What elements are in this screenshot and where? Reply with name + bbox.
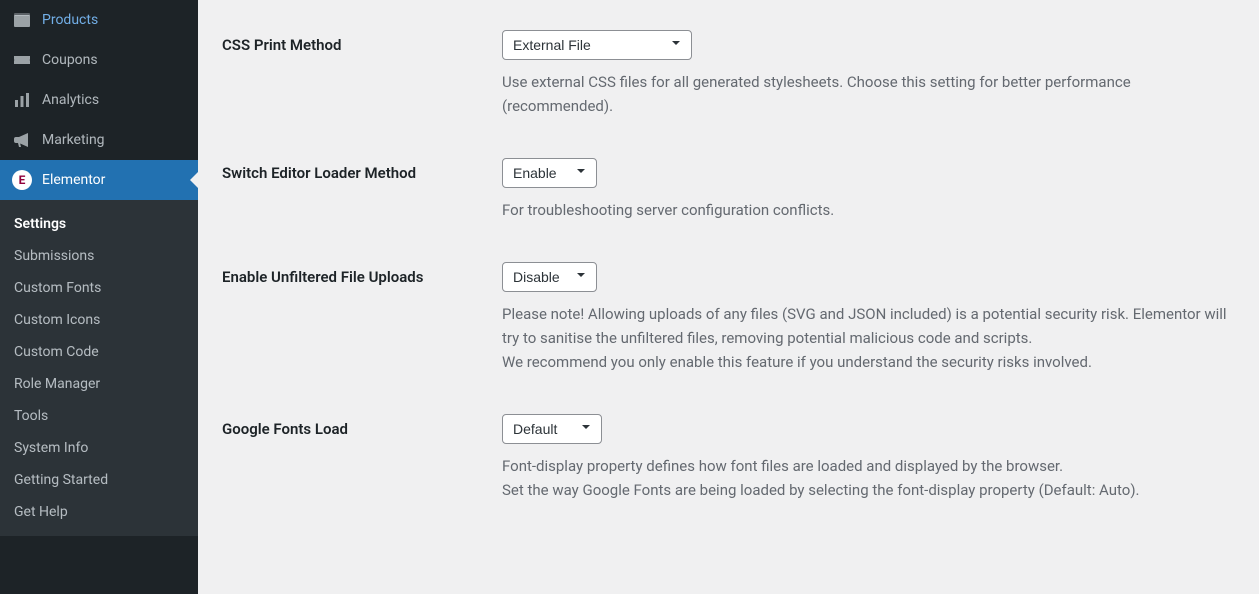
select-unfiltered[interactable]: Disable	[502, 262, 597, 292]
desc-switch-editor: For troubleshooting server configuration…	[502, 198, 1239, 222]
setting-unfiltered: Enable Unfiltered File Uploads Disable P…	[222, 242, 1239, 394]
desc-css-print: Use external CSS files for all generated…	[502, 70, 1239, 118]
select-google-fonts-wrap: Default	[502, 414, 602, 444]
chart-icon	[12, 90, 32, 110]
field-google-fonts: Default Font-display property defines ho…	[502, 414, 1239, 502]
submenu-elementor: Settings Submissions Custom Fonts Custom…	[0, 200, 198, 536]
setting-switch-editor: Switch Editor Loader Method Enable For t…	[222, 138, 1239, 242]
field-switch-editor: Enable For troubleshooting server config…	[502, 158, 1239, 222]
sub-item-get-help[interactable]: Get Help	[0, 496, 198, 528]
menu-item-elementor[interactable]: E Elementor	[0, 160, 198, 200]
select-unfiltered-wrap: Disable	[502, 262, 597, 292]
sub-item-custom-fonts[interactable]: Custom Fonts	[0, 272, 198, 304]
select-css-print[interactable]: External File	[502, 30, 692, 60]
menu-label: Marketing	[42, 132, 105, 148]
field-unfiltered: Disable Please note! Allowing uploads of…	[502, 262, 1239, 374]
menu-item-products[interactable]: Products	[0, 0, 198, 40]
settings-form: CSS Print Method External File Use exter…	[222, 10, 1239, 522]
menu-item-coupons[interactable]: Coupons	[0, 40, 198, 80]
setting-css-print: CSS Print Method External File Use exter…	[222, 10, 1239, 138]
menu-label: Elementor	[42, 172, 105, 188]
elementor-badge: E	[12, 170, 32, 190]
label-unfiltered: Enable Unfiltered File Uploads	[222, 262, 502, 286]
select-css-print-wrap: External File	[502, 30, 692, 60]
box-icon	[12, 10, 32, 30]
menu-item-analytics[interactable]: Analytics	[0, 80, 198, 120]
admin-sidebar: Products Coupons Analytics Marketing E E…	[0, 0, 198, 594]
sub-item-getting-started[interactable]: Getting Started	[0, 464, 198, 496]
sub-item-tools[interactable]: Tools	[0, 400, 198, 432]
sub-item-role-manager[interactable]: Role Manager	[0, 368, 198, 400]
select-google-fonts[interactable]: Default	[502, 414, 602, 444]
field-css-print: External File Use external CSS files for…	[502, 30, 1239, 118]
sub-item-custom-code[interactable]: Custom Code	[0, 336, 198, 368]
menu-label: Analytics	[42, 92, 99, 108]
setting-google-fonts: Google Fonts Load Default Font-display p…	[222, 394, 1239, 522]
select-switch-editor-wrap: Enable	[502, 158, 597, 188]
desc-unfiltered: Please note! Allowing uploads of any fil…	[502, 302, 1239, 374]
menu-label: Products	[42, 12, 98, 28]
menu-label: Coupons	[42, 52, 98, 68]
elementor-icon: E	[12, 170, 32, 190]
settings-content: CSS Print Method External File Use exter…	[198, 0, 1259, 594]
select-switch-editor[interactable]: Enable	[502, 158, 597, 188]
sub-item-custom-icons[interactable]: Custom Icons	[0, 304, 198, 336]
label-switch-editor: Switch Editor Loader Method	[222, 158, 502, 182]
desc-google-fonts: Font-display property defines how font f…	[502, 454, 1239, 502]
sub-item-settings[interactable]: Settings	[0, 208, 198, 240]
menu-item-marketing[interactable]: Marketing	[0, 120, 198, 160]
ticket-icon	[12, 50, 32, 70]
megaphone-icon	[12, 130, 32, 150]
label-google-fonts: Google Fonts Load	[222, 414, 502, 438]
sub-item-submissions[interactable]: Submissions	[0, 240, 198, 272]
sub-item-system-info[interactable]: System Info	[0, 432, 198, 464]
label-css-print: CSS Print Method	[222, 30, 502, 54]
